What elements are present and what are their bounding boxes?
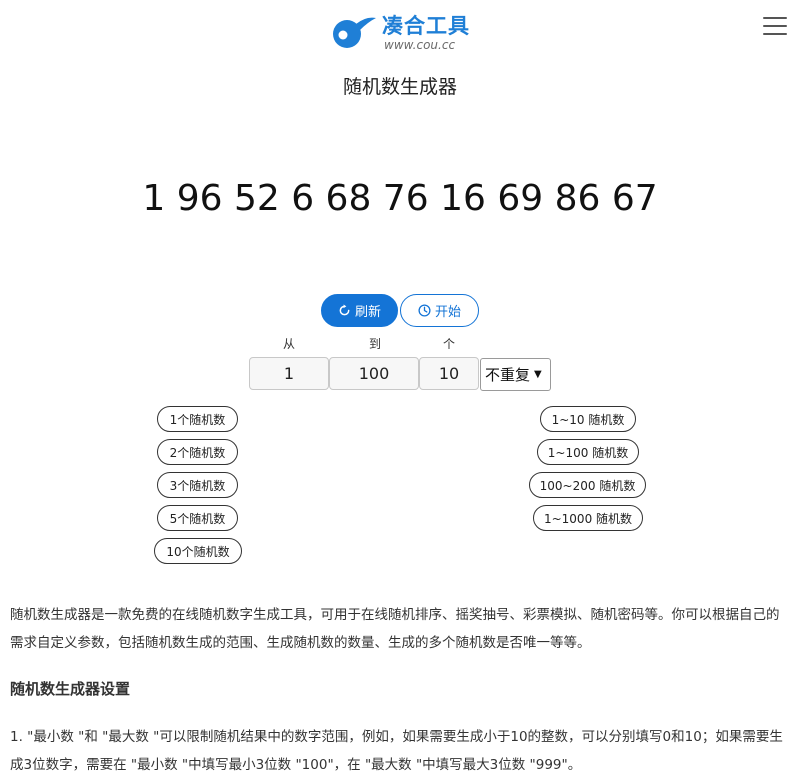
preset-5-numbers[interactable]: 5个随机数 [157, 505, 238, 531]
preset-range-1-100[interactable]: 1~100 随机数 [537, 439, 639, 465]
refresh-button[interactable]: 刷新 [321, 294, 398, 327]
max-number-input[interactable] [329, 357, 419, 390]
hamburger-menu-icon[interactable] [763, 17, 787, 37]
unique-mode-value: 不重复 [485, 366, 531, 384]
site-logo[interactable]: 凑合工具 www.cou.cc [330, 14, 470, 52]
logo-url: www.cou.cc [384, 38, 456, 52]
refresh-icon [339, 304, 350, 316]
preset-2-numbers[interactable]: 2个随机数 [157, 439, 238, 465]
from-label: 从 [282, 337, 295, 351]
action-buttons: 刷新 开始 [321, 294, 479, 327]
refresh-label: 刷新 [354, 305, 381, 320]
page-title: 随机数生成器 [342, 76, 457, 98]
preset-range-1-1000[interactable]: 1~1000 随机数 [533, 505, 643, 531]
start-label: 开始 [434, 305, 461, 320]
to-label: 到 [368, 337, 381, 351]
header: 凑合工具 www.cou.cc [0, 0, 800, 60]
clock-icon [418, 304, 431, 317]
preset-range-100-200[interactable]: 100~200 随机数 [529, 472, 646, 498]
logo-title: 凑合工具 [382, 14, 470, 38]
preset-3-numbers[interactable]: 3个随机数 [157, 472, 238, 498]
preset-1-number[interactable]: 1个随机数 [157, 406, 238, 432]
random-result-display: 1 96 52 6 68 76 16 69 86 67 [142, 178, 658, 219]
preset-10-numbers[interactable]: 10个随机数 [154, 538, 242, 564]
count-label: 个 [442, 337, 455, 351]
unique-mode-select[interactable]: 不重复 ▼ [480, 358, 551, 391]
preset-range-1-10[interactable]: 1~10 随机数 [540, 406, 636, 432]
tool-description: 随机数生成器是一款免费的在线随机数字生成工具，可用于在线随机排序、摇奖抽号、彩票… [10, 607, 780, 651]
start-button[interactable]: 开始 [400, 294, 479, 327]
min-number-input[interactable] [249, 357, 329, 390]
logo-icon [333, 17, 376, 48]
settings-paragraph-1: 1. "最小数 "和 "最大数 "可以限制随机结果中的数字范围，例如，如果需要生… [10, 729, 783, 773]
dropdown-caret-icon: ▼ [534, 369, 542, 380]
settings-section-title: 随机数生成器设置 [10, 680, 131, 698]
count-input[interactable] [419, 357, 479, 390]
